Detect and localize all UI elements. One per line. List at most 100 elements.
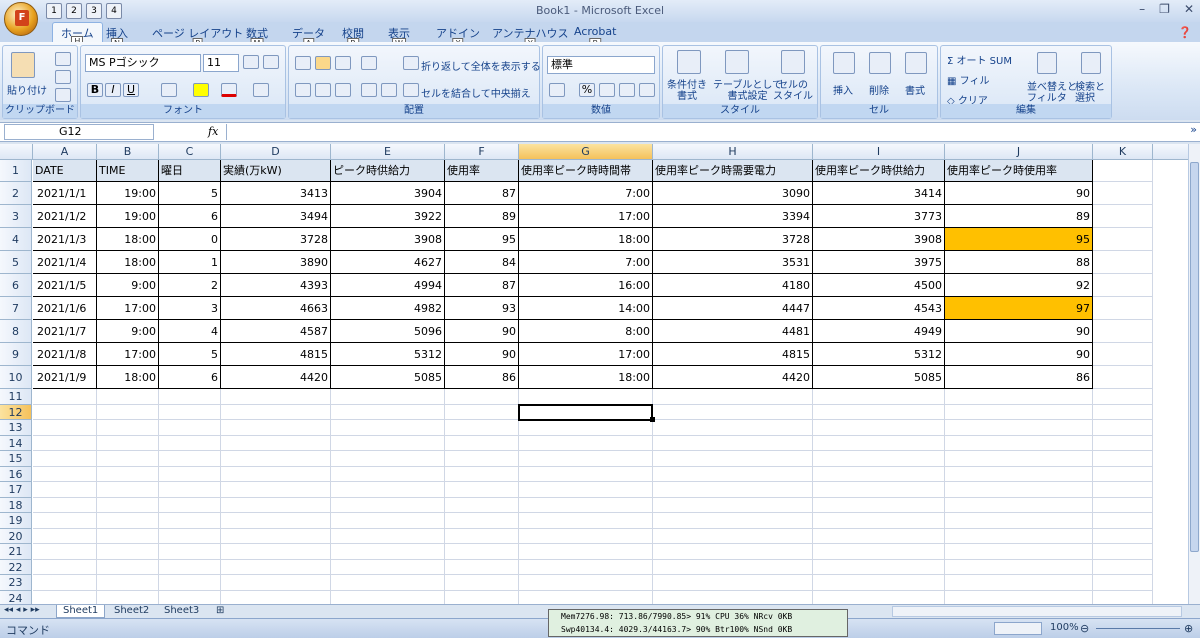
cell[interactable] bbox=[331, 482, 445, 498]
cell[interactable]: 9:00 bbox=[97, 274, 159, 297]
bold-icon[interactable]: B bbox=[87, 83, 103, 97]
fill-handle[interactable] bbox=[650, 417, 655, 422]
qat-redo-button[interactable]: 3 bbox=[86, 3, 102, 19]
cell[interactable] bbox=[1093, 544, 1153, 560]
tab-7[interactable]: アドインX bbox=[436, 25, 480, 49]
cell[interactable]: 87 bbox=[445, 274, 519, 297]
cell[interactable]: 4420 bbox=[221, 366, 331, 389]
cell[interactable]: 4481 bbox=[653, 320, 813, 343]
cell[interactable] bbox=[33, 435, 97, 451]
column-header-J[interactable]: J bbox=[945, 144, 1093, 160]
cell[interactable] bbox=[653, 482, 813, 498]
fill-color-icon[interactable] bbox=[193, 83, 209, 97]
restore-icon[interactable]: ❐ bbox=[1159, 2, 1170, 16]
increase-indent-icon[interactable] bbox=[381, 83, 397, 97]
cell[interactable] bbox=[97, 420, 159, 436]
cell[interactable] bbox=[1093, 389, 1153, 405]
cell[interactable]: 2021/1/9 bbox=[33, 366, 97, 389]
column-header-I[interactable]: I bbox=[813, 144, 945, 160]
cell[interactable] bbox=[159, 389, 221, 405]
cell[interactable] bbox=[945, 497, 1093, 513]
row-header[interactable]: 20 bbox=[0, 528, 32, 544]
font-color-icon[interactable] bbox=[221, 83, 237, 97]
cell[interactable]: 4994 bbox=[331, 274, 445, 297]
cell[interactable] bbox=[33, 482, 97, 498]
cell[interactable]: 2021/1/7 bbox=[33, 320, 97, 343]
tab-3[interactable]: 数式M bbox=[246, 25, 268, 49]
row-header[interactable]: 23 bbox=[0, 575, 32, 591]
cell[interactable] bbox=[813, 559, 945, 575]
cell[interactable] bbox=[97, 451, 159, 467]
cell[interactable]: 19:00 bbox=[97, 205, 159, 228]
cell[interactable] bbox=[445, 544, 519, 560]
column-header-D[interactable]: D bbox=[221, 144, 331, 160]
cell[interactable] bbox=[445, 513, 519, 529]
cell[interactable] bbox=[519, 528, 653, 544]
cell[interactable] bbox=[1093, 497, 1153, 513]
cell[interactable]: 4 bbox=[159, 320, 221, 343]
cell[interactable] bbox=[1093, 528, 1153, 544]
cell[interactable]: 17:00 bbox=[519, 205, 653, 228]
cell[interactable] bbox=[221, 559, 331, 575]
cell[interactable] bbox=[945, 404, 1093, 420]
row-header[interactable]: 15 bbox=[0, 451, 32, 467]
cell[interactable] bbox=[945, 559, 1093, 575]
row-header[interactable]: 24 bbox=[0, 590, 32, 604]
zoom-out-icon[interactable]: ⊖ bbox=[1080, 622, 1089, 635]
formula-input[interactable] bbox=[226, 124, 1186, 140]
highlighted-cell[interactable]: 97 bbox=[945, 297, 1093, 320]
row-header[interactable]: 3 bbox=[0, 205, 32, 228]
horizontal-scrollbar[interactable] bbox=[892, 606, 1182, 617]
header-cell[interactable]: 使用率 bbox=[445, 160, 519, 182]
cell[interactable]: 3975 bbox=[813, 251, 945, 274]
row-header[interactable]: 12 bbox=[0, 404, 32, 420]
sheet-tab-1[interactable]: Sheet1 bbox=[56, 605, 106, 618]
cell[interactable]: 95 bbox=[445, 228, 519, 251]
cell[interactable] bbox=[331, 497, 445, 513]
cell[interactable] bbox=[1093, 182, 1153, 205]
cell[interactable]: 4420 bbox=[653, 366, 813, 389]
cell[interactable]: 4815 bbox=[653, 343, 813, 366]
grow-font-icon[interactable] bbox=[243, 55, 259, 69]
cell[interactable]: 90 bbox=[945, 182, 1093, 205]
cell[interactable]: 2021/1/5 bbox=[33, 274, 97, 297]
cell[interactable] bbox=[813, 466, 945, 482]
cell[interactable] bbox=[331, 528, 445, 544]
cell[interactable]: 90 bbox=[945, 343, 1093, 366]
underline-icon[interactable]: U bbox=[123, 83, 139, 97]
cell[interactable] bbox=[33, 466, 97, 482]
cell[interactable] bbox=[97, 404, 159, 420]
cell[interactable] bbox=[1093, 228, 1153, 251]
cell[interactable]: 17:00 bbox=[97, 343, 159, 366]
office-button[interactable]: F bbox=[4, 2, 38, 36]
cell[interactable]: 3728 bbox=[653, 228, 813, 251]
tab-2[interactable]: ページ レイアウトP bbox=[152, 25, 243, 49]
cell[interactable] bbox=[519, 420, 653, 436]
sort-filter-icon[interactable] bbox=[1037, 52, 1057, 74]
cell[interactable] bbox=[445, 590, 519, 604]
header-cell[interactable]: 曜日 bbox=[159, 160, 221, 182]
cell-styles-button[interactable]: セルの スタイル bbox=[773, 80, 813, 102]
cell[interactable]: 4982 bbox=[331, 297, 445, 320]
cell[interactable] bbox=[1093, 205, 1153, 228]
qat-save-button[interactable]: 1 bbox=[46, 3, 62, 19]
decrease-indent-icon[interactable] bbox=[361, 83, 377, 97]
cell[interactable] bbox=[33, 559, 97, 575]
phonetic-icon[interactable] bbox=[253, 83, 269, 97]
tab-6[interactable]: 表示W bbox=[388, 25, 410, 49]
cell[interactable] bbox=[445, 451, 519, 467]
cell[interactable]: 3 bbox=[159, 297, 221, 320]
column-header-C[interactable]: C bbox=[159, 144, 221, 160]
cell[interactable]: 3904 bbox=[331, 182, 445, 205]
comma-icon[interactable] bbox=[599, 83, 615, 97]
zoom-in-icon[interactable]: ⊕ bbox=[1184, 622, 1193, 635]
zoom-slider[interactable] bbox=[1096, 628, 1180, 629]
cell[interactable] bbox=[519, 404, 653, 420]
cell[interactable] bbox=[1093, 513, 1153, 529]
cell[interactable] bbox=[1093, 420, 1153, 436]
cell[interactable] bbox=[1093, 160, 1153, 182]
cell[interactable]: 4949 bbox=[813, 320, 945, 343]
cell[interactable]: 4180 bbox=[653, 274, 813, 297]
cell[interactable] bbox=[221, 528, 331, 544]
cell[interactable]: 5085 bbox=[813, 366, 945, 389]
